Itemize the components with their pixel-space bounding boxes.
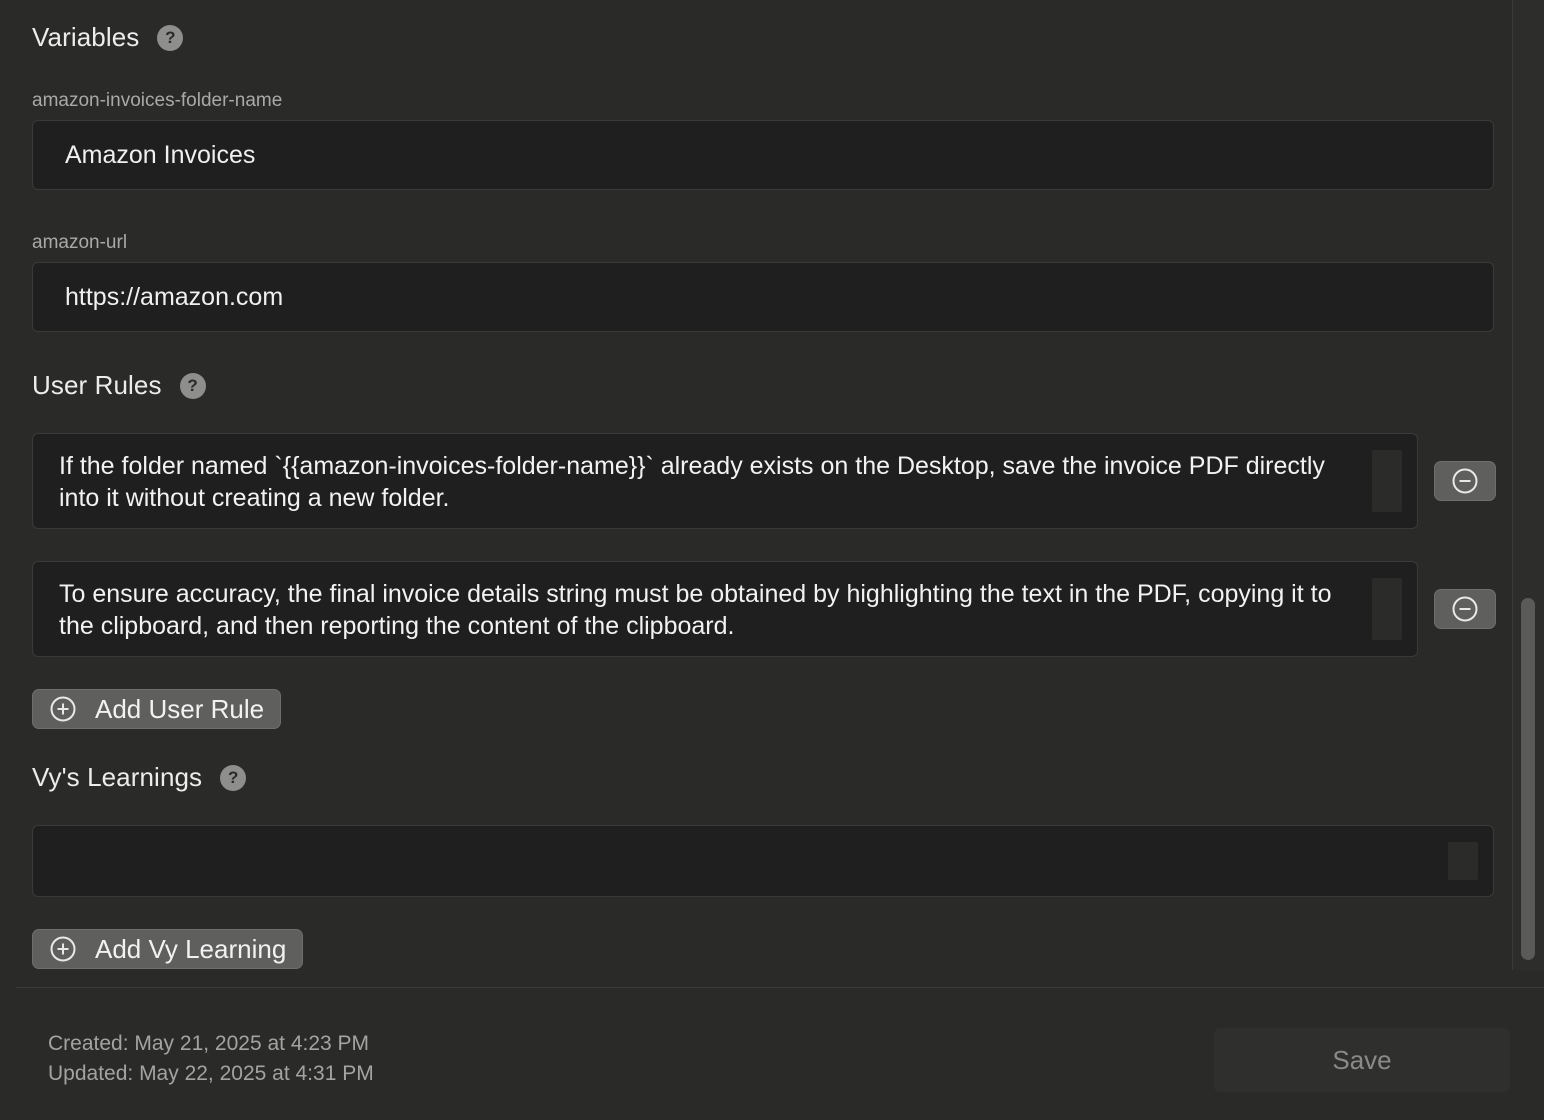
minus-circle-icon bbox=[1452, 468, 1478, 494]
user-rules-title: User Rules bbox=[32, 370, 162, 400]
rule-scrollbar[interactable] bbox=[1372, 578, 1402, 640]
variables-help-icon[interactable]: ? bbox=[157, 24, 184, 51]
add-vy-learning-button[interactable]: Add Vy Learning bbox=[32, 929, 304, 969]
variables-header: Variables ? bbox=[32, 22, 184, 53]
save-button[interactable]: Save bbox=[1214, 1028, 1510, 1092]
learnings-scrollbar[interactable] bbox=[1448, 842, 1478, 880]
user-rules-header: User Rules ? bbox=[32, 370, 206, 401]
page-scrollbar-thumb[interactable] bbox=[1521, 598, 1535, 960]
remove-rule-button[interactable] bbox=[1434, 589, 1496, 629]
variables-title: Variables bbox=[32, 22, 140, 52]
automation-settings-page: Variables ? amazon-invoices-folder-name … bbox=[0, 0, 1544, 1120]
settings-scroll-region[interactable]: Variables ? amazon-invoices-folder-name … bbox=[0, 0, 1512, 988]
plus-circle-icon bbox=[50, 936, 76, 962]
add-user-rule-button[interactable]: Add User Rule bbox=[32, 689, 282, 729]
learnings-header: Vy's Learnings ? bbox=[32, 762, 247, 793]
learnings-title: Vy's Learnings bbox=[32, 762, 203, 792]
learnings-field[interactable] bbox=[32, 825, 1494, 897]
variable-field-amazon-url[interactable]: https://amazon.com bbox=[32, 262, 1494, 332]
plus-circle-icon bbox=[50, 696, 76, 722]
rule-scrollbar[interactable] bbox=[1372, 450, 1402, 512]
user-rule-field[interactable]: To ensure accuracy, the final invoice de… bbox=[32, 561, 1418, 657]
user-rule-text: If the folder named `{{amazon-invoices-f… bbox=[59, 452, 1325, 512]
add-user-rule-label: Add User Rule bbox=[95, 693, 265, 724]
learnings-help-icon[interactable]: ? bbox=[220, 764, 247, 791]
user-rule-field[interactable]: If the folder named `{{amazon-invoices-f… bbox=[32, 433, 1418, 529]
variable-label-amazon-url: amazon-url bbox=[32, 232, 128, 253]
variable-label-folder-name: amazon-invoices-folder-name bbox=[32, 90, 283, 111]
minus-circle-icon bbox=[1452, 596, 1478, 622]
page-scrollbar-track[interactable] bbox=[1512, 0, 1544, 970]
updated-timestamp: Updated: May 22, 2025 at 4:31 PM bbox=[48, 1062, 374, 1085]
variable-field-folder-name[interactable]: Amazon Invoices bbox=[32, 120, 1494, 190]
user-rule-text: To ensure accuracy, the final invoice de… bbox=[59, 580, 1332, 640]
user-rules-help-icon[interactable]: ? bbox=[179, 372, 206, 399]
add-vy-learning-label: Add Vy Learning bbox=[95, 933, 287, 964]
created-timestamp: Created: May 21, 2025 at 4:23 PM bbox=[48, 1032, 370, 1055]
remove-rule-button[interactable] bbox=[1434, 461, 1496, 501]
footer: Created: May 21, 2025 at 4:23 PM Updated… bbox=[0, 988, 1544, 1120]
